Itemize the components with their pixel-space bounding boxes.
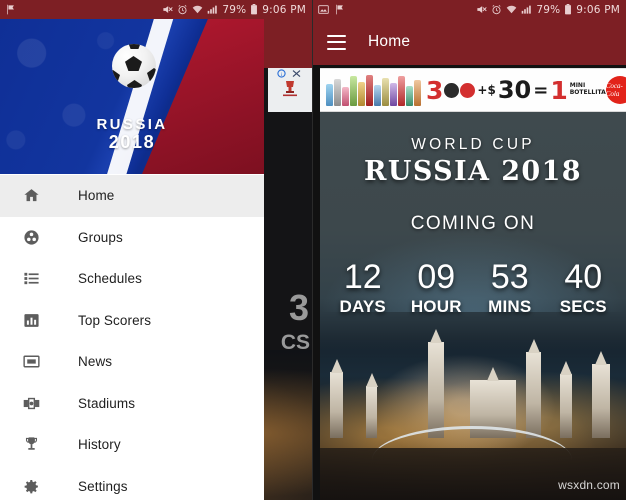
mute-icon [162,4,173,15]
ad-offer-graphic: 3 +$ 30 = 1 MINI BOTELLITA [426,78,606,103]
ad-bottles-image [326,74,421,106]
countdown-secs-label: SECS [559,297,607,316]
sidebar-item-home-label: Home [78,188,115,204]
navigation-drawer: RUSSIA 2018 Home Groups Schedules Top Sc… [0,19,264,500]
countdown-mins-value: 53 [490,258,529,296]
sidebar-item-groups[interactable]: Groups [0,217,264,259]
signal-icon [521,4,532,15]
soccer-ball-icon [112,44,156,88]
soccer-ball-emblem-icon [90,28,174,112]
app-bar: Home [313,19,626,65]
left-panel-drawer-open: 79% 9:06 PM 3 CS i RUSSIA 2018 Home Grou… [0,0,313,500]
hero-world-cup-label: WORLD CUP [411,136,535,153]
trophy-badge-icon: i [277,69,301,97]
hero-countdown-section: WORLD CUP RUSSIA 2018 COMING ON 12 DAYS … [320,112,626,500]
hero-coming-on-label: COMING ON [410,213,536,234]
countdown-secs-value: 40 [564,258,603,296]
status-bar-left: 79% 9:06 PM [0,0,312,19]
sidebar-item-news-label: News [78,354,113,370]
sidebar-item-groups-label: Groups [78,229,123,245]
status-bar-left-icons [5,4,16,15]
sidebar-item-history[interactable]: History [0,424,264,466]
countdown-hours-label: HOUR [410,297,462,316]
status-bar-time: 9:06 PM [262,3,306,16]
background-countdown-digit: 3 [288,287,309,328]
battery-icon [250,4,258,15]
ad-quantity-one: 1 [550,75,568,105]
sidebar-item-settings[interactable]: Settings [0,466,264,500]
kremlin-night-photo [320,340,626,500]
status-bar-time: 9:06 PM [576,3,620,16]
sidebar-item-home[interactable]: Home [0,175,264,217]
ad-quantity-three: 3 [426,75,444,105]
hamburger-icon[interactable] [327,34,346,50]
sidebar-item-stadiums-label: Stadiums [78,395,136,411]
logo-country-label: RUSSIA [96,116,168,133]
battery-percent: 79% [536,3,561,16]
flag-icon [334,4,345,15]
ad-mini-line2: BOTELLITA [569,89,606,96]
drawer-header: RUSSIA 2018 [0,19,264,174]
countdown-days-value: 12 [343,258,382,296]
ad-plus-label: +$ [477,83,496,97]
ad-equals-label: = [533,79,549,101]
status-bar-left-icons-right [318,4,345,15]
countdown-days-label: DAYS [339,297,386,316]
screenshot-stage: 79% 9:06 PM 3 CS i RUSSIA 2018 Home Grou… [0,0,626,500]
sidebar-item-news[interactable]: News [0,341,264,383]
groups-icon [18,229,44,246]
screenshot-icon [318,4,329,15]
wifi-icon [506,4,517,15]
sidebar-item-settings-label: Settings [78,478,128,494]
sidebar-item-schedules-label: Schedules [78,271,142,287]
chart-icon [18,312,44,329]
alarm-icon [491,4,502,15]
countdown-hours: 09 HOUR [401,260,471,317]
ad-banner[interactable]: 3 +$ 30 = 1 MINI BOTELLITA Coca-Cola i ✕ [320,68,626,112]
countdown-mins-label: MINS [488,297,532,316]
countdown-secs: 40 SECS [548,260,618,317]
stadium-icon [18,395,44,412]
page-title: Home [368,33,411,50]
coca-cola-logo: Coca-Cola [605,76,626,104]
sidebar-item-stadiums[interactable]: Stadiums [0,383,264,425]
background-ad-strip: i [268,68,312,112]
wifi-icon [192,4,203,15]
status-bar-right-icons: 79% 9:06 PM [162,4,306,16]
logo-year-label: 2018 [108,132,156,152]
sidebar-item-top-scorers[interactable]: Top Scorers [0,300,264,342]
world-cup-logo: RUSSIA 2018 [0,28,264,152]
watermark: wsxdn.com [558,478,620,492]
gear-icon [18,478,44,495]
drawer-menu-list: Home Groups Schedules Top Scorers News S… [0,174,264,500]
hero-heading-block: WORLD CUP RUSSIA 2018 COMING ON [320,136,626,235]
mute-icon [476,4,487,15]
home-icon [18,187,44,204]
countdown-days: 12 DAYS [328,260,398,317]
ad-price-thirty: 30 [497,76,532,104]
countdown-mins: 53 MINS [475,260,545,317]
ad-mini-text: MINI BOTELLITA [569,82,606,97]
right-panel-home-screen: 79% 9:06 PM Home 3 +$ 30 = 1 MINI BOTELL… [313,0,626,500]
ad-bottle-caps-icon [444,82,476,98]
status-bar-right-icons-right: 79% 9:06 PM [476,4,620,16]
trophy-icon [18,436,44,453]
battery-percent: 79% [222,3,247,16]
sidebar-item-schedules[interactable]: Schedules [0,258,264,300]
countdown-timer: 12 DAYS 09 HOUR 53 MINS 40 SECS [320,260,626,317]
news-icon [18,353,44,370]
hero-russia-2018-label: RUSSIA 2018 [364,156,582,187]
signal-icon [207,4,218,15]
battery-icon [564,4,572,15]
flag-icon [5,4,16,15]
sidebar-item-history-label: History [78,437,121,453]
list-icon [18,270,44,287]
background-appbar-strip [262,19,312,68]
river-reflection [320,448,626,500]
status-bar-right: 79% 9:06 PM [313,0,626,19]
countdown-hours-value: 09 [417,258,456,296]
alarm-icon [177,4,188,15]
sidebar-item-top-scorers-label: Top Scorers [78,312,152,328]
